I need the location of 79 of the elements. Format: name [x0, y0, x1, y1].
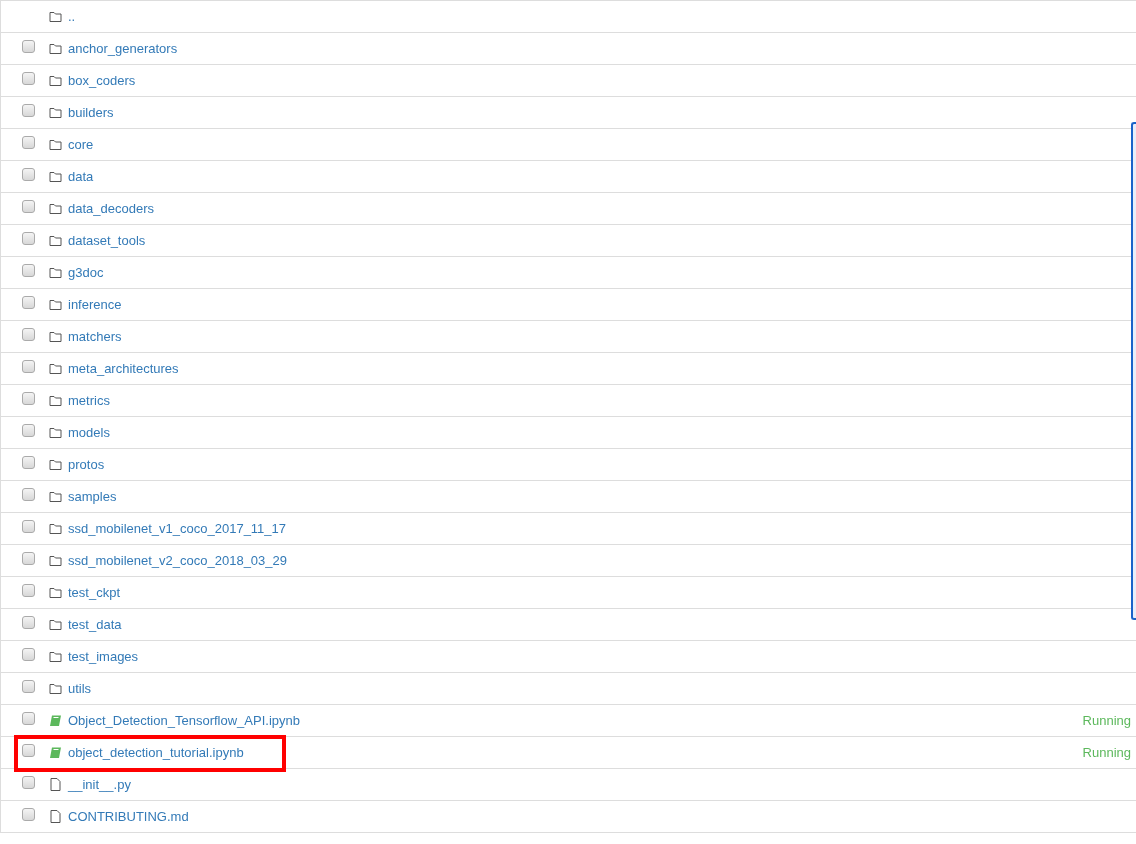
checkbox[interactable] [22, 392, 35, 405]
checkbox[interactable] [22, 584, 35, 597]
file-link[interactable]: test_images [68, 646, 139, 667]
folder-icon [49, 10, 62, 23]
file-link[interactable]: samples [68, 486, 117, 507]
file-link[interactable]: models [68, 422, 110, 443]
file-icon [49, 778, 62, 791]
file-link[interactable]: utils [68, 678, 92, 699]
checkbox[interactable] [22, 680, 35, 693]
checkbox[interactable] [22, 360, 35, 373]
file-link[interactable]: object_detection_tutorial.ipynb [68, 742, 244, 763]
file-link[interactable]: __init__.py [68, 774, 131, 795]
folder-icon [49, 42, 62, 55]
checkbox[interactable] [22, 744, 35, 757]
folder-icon [49, 170, 62, 183]
file-link[interactable]: inference [68, 294, 122, 315]
file-link[interactable]: protos [68, 454, 105, 475]
file-link[interactable]: box_coders [68, 70, 136, 91]
folder-icon [49, 490, 62, 503]
folder-icon [49, 458, 62, 471]
folder-icon [49, 586, 62, 599]
file-link[interactable]: test_ckpt [68, 582, 121, 603]
checkbox[interactable] [22, 488, 35, 501]
folder-icon [49, 426, 62, 439]
file-icon [49, 810, 62, 823]
checkbox[interactable] [22, 72, 35, 85]
checkbox[interactable] [22, 424, 35, 437]
checkbox[interactable] [22, 232, 35, 245]
file-link[interactable]: Object_Detection_Tensorflow_API.ipynb [68, 710, 300, 731]
file-link[interactable]: meta_architectures [68, 358, 179, 379]
running-status: Running [1082, 711, 1131, 730]
file-link[interactable]: anchor_generators [68, 38, 178, 59]
checkbox[interactable] [22, 136, 35, 149]
folder-icon [49, 138, 62, 151]
folder-icon [49, 618, 62, 631]
file-link[interactable]: core [68, 134, 94, 155]
notebook-icon [49, 746, 62, 759]
folder-icon [49, 682, 62, 695]
checkbox[interactable] [22, 712, 35, 725]
file-link[interactable]: data [68, 166, 94, 187]
checkbox[interactable] [22, 168, 35, 181]
folder-icon [49, 106, 62, 119]
folder-icon [49, 394, 62, 407]
folder-icon [49, 554, 62, 567]
folder-icon [49, 202, 62, 215]
folder-icon [49, 330, 62, 343]
folder-icon [49, 362, 62, 375]
running-status: Running [1082, 743, 1131, 762]
checkbox[interactable] [22, 616, 35, 629]
file-link[interactable]: matchers [68, 326, 122, 347]
notebook-icon [49, 714, 62, 727]
file-link[interactable]: dataset_tools [68, 230, 146, 251]
checkbox[interactable] [22, 104, 35, 117]
folder-icon [49, 298, 62, 311]
checkbox[interactable] [22, 296, 35, 309]
checkbox[interactable] [22, 264, 35, 277]
folder-icon [49, 650, 62, 663]
file-link[interactable]: builders [68, 102, 114, 123]
checkbox[interactable] [22, 456, 35, 469]
file-link[interactable]: data_decoders [68, 198, 154, 219]
checkbox[interactable] [22, 776, 35, 789]
checkbox[interactable] [22, 328, 35, 341]
file-link[interactable]: CONTRIBUTING.md [68, 806, 189, 827]
folder-icon [49, 522, 62, 535]
checkbox[interactable] [22, 648, 35, 661]
file-link[interactable]: metrics [68, 390, 110, 411]
file-link[interactable]: ssd_mobilenet_v2_coco_2018_03_29 [68, 550, 287, 571]
file-link[interactable]: .. [68, 6, 76, 27]
checkbox[interactable] [22, 808, 35, 821]
checkbox[interactable] [22, 40, 35, 53]
file-link[interactable]: ssd_mobilenet_v1_coco_2017_11_17 [68, 518, 287, 539]
folder-icon [49, 74, 62, 87]
checkbox[interactable] [22, 552, 35, 565]
file-link[interactable]: test_data [68, 614, 122, 635]
checkbox[interactable] [22, 520, 35, 533]
file-link[interactable]: g3doc [68, 262, 104, 283]
checkbox[interactable] [22, 200, 35, 213]
folder-icon [49, 266, 62, 279]
folder-icon [49, 234, 62, 247]
